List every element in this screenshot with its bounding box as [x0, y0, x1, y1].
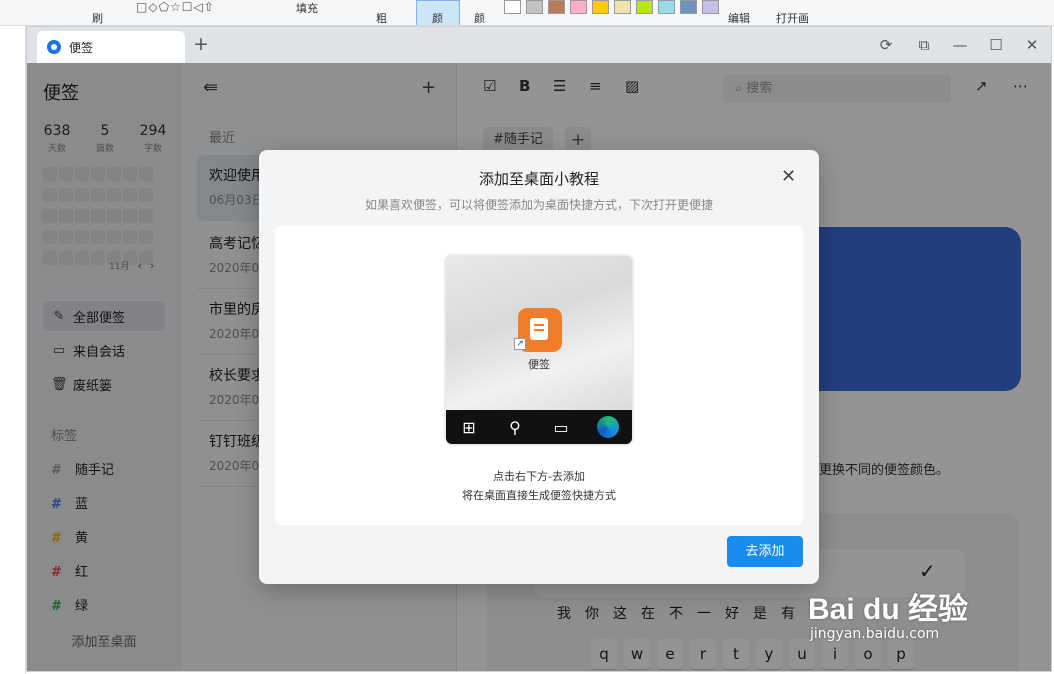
- maximize-button[interactable]: ☐: [983, 33, 1009, 57]
- search-icon: ⚲: [509, 417, 521, 437]
- app-logo-icon: [47, 40, 61, 54]
- brush-label[interactable]: 刷: [92, 10, 103, 25]
- hint-line-2: 将在桌面直接生成便签快捷方式: [462, 489, 616, 502]
- color-swatch[interactable]: [504, 0, 521, 14]
- color2-label[interactable]: 颜: [474, 10, 485, 25]
- task-view-icon: ▭: [553, 417, 569, 437]
- color-swatch[interactable]: [614, 0, 631, 14]
- fill-label[interactable]: 填充: [296, 0, 318, 16]
- paint-ribbon: 刷 □◇⬠☆☐◁⇧ 填充 粗 颜 颜 编辑 打开画: [0, 0, 1054, 26]
- color-swatch[interactable]: [570, 0, 587, 14]
- edit-colors-label[interactable]: 编辑: [728, 10, 750, 25]
- color1-label: 颜: [432, 12, 443, 25]
- shapes-gallery[interactable]: □◇⬠☆☐◁⇧: [136, 0, 215, 14]
- color-swatch[interactable]: [636, 0, 653, 14]
- tab-title: 便签: [69, 40, 94, 55]
- shortcut-arrow-icon: ↗: [514, 338, 526, 350]
- color-swatch[interactable]: [680, 0, 697, 14]
- color-swatch[interactable]: [658, 0, 675, 14]
- color-swatch[interactable]: [592, 0, 609, 14]
- title-bar: 便签 + ⟳ ⧉ — ☐ ✕: [27, 27, 1051, 63]
- windows-icon: ⊞: [462, 417, 476, 437]
- color-swatch[interactable]: [526, 0, 543, 14]
- new-tab-button[interactable]: +: [189, 32, 213, 56]
- close-icon[interactable]: ✕: [781, 168, 796, 186]
- tutorial-dialog: 添加至桌面小教程 如果喜欢便签，可以将便签添加为桌面快捷方式，下次打开更便捷 ✕…: [259, 150, 819, 584]
- tab-notes[interactable]: 便签: [37, 31, 185, 63]
- close-button[interactable]: ✕: [1019, 33, 1045, 57]
- refresh-icon[interactable]: ⟳: [873, 33, 899, 57]
- preview-app-name: 便签: [528, 358, 550, 371]
- dialog-body: ↗ 便签 ⊞ ⚲ ▭ 点击右下方-去添加 将在桌面直接生成便签快捷方式: [275, 226, 803, 525]
- taskbar: ⊞ ⚲ ▭: [446, 410, 632, 444]
- baidu-watermark: Bai du 经验 jingyan.baidu.com: [808, 593, 969, 642]
- paint-canvas-edge: [0, 26, 26, 674]
- dialog-title: 添加至桌面小教程: [478, 170, 599, 188]
- size-label[interactable]: 粗: [376, 10, 387, 25]
- dialog-subtitle: 如果喜欢便签，可以将便签添加为桌面快捷方式，下次打开更便捷: [364, 198, 713, 212]
- pip-icon[interactable]: ⧉: [911, 33, 937, 57]
- open-paint-label[interactable]: 打开画: [776, 10, 809, 25]
- edge-browser-icon: [597, 416, 619, 438]
- color-swatch[interactable]: [548, 0, 565, 14]
- desktop-preview: ↗ 便签 ⊞ ⚲ ▭: [444, 254, 634, 446]
- minimize-button[interactable]: —: [947, 33, 973, 57]
- color-swatch[interactable]: [702, 0, 719, 14]
- hint-line-1: 点击右下方-去添加: [493, 470, 585, 483]
- go-add-button[interactable]: 去添加: [727, 536, 803, 567]
